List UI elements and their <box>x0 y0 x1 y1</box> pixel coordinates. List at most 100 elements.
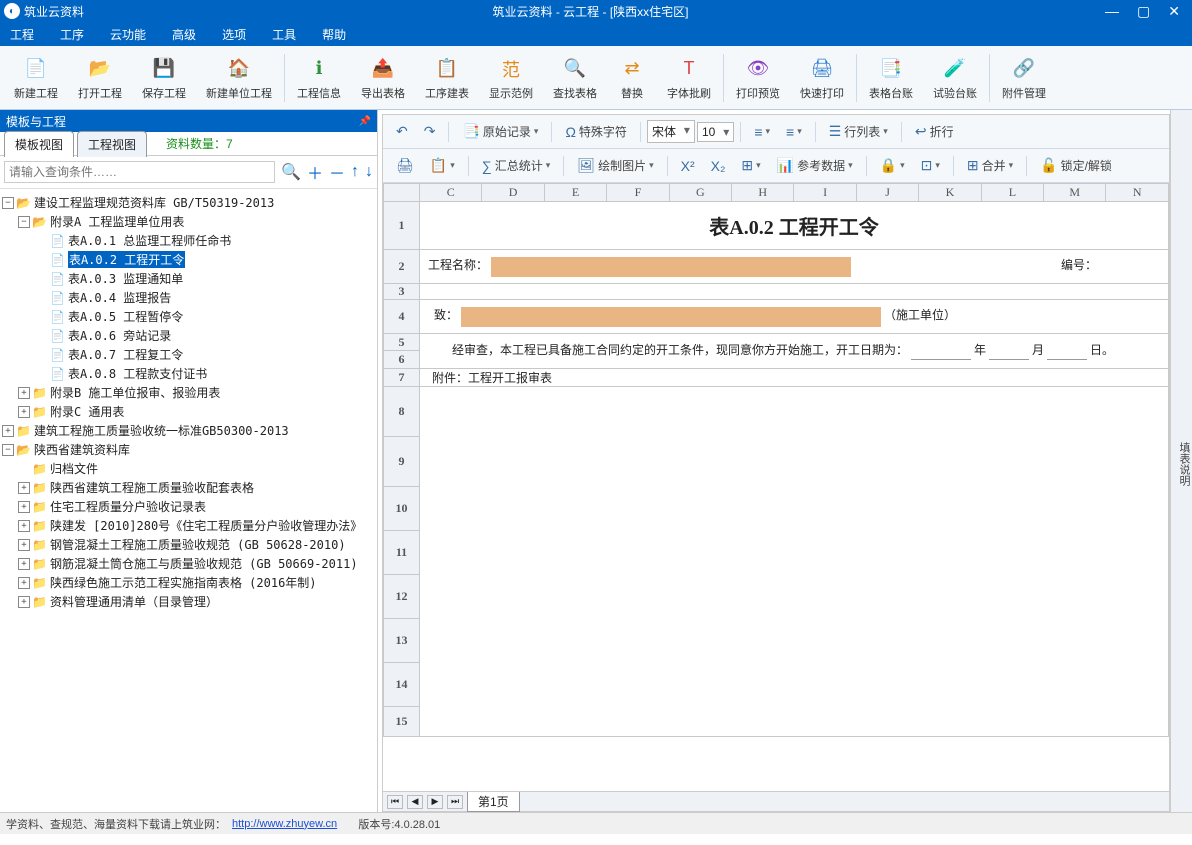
ribbon-btn[interactable]: ☰行列表▾ <box>822 119 895 144</box>
close-button[interactable]: ✕ <box>1168 3 1180 20</box>
select-10[interactable]: 10 <box>697 122 734 142</box>
tree-item[interactable]: +📁陕西绿色施工示范工程实施指南表格 (2016年制) <box>2 573 375 592</box>
day-field[interactable] <box>1047 342 1087 360</box>
col-header[interactable]: M <box>1044 184 1106 202</box>
recipient-field[interactable] <box>461 307 881 327</box>
maximize-button[interactable]: ▢ <box>1137 3 1150 20</box>
tree-item[interactable]: 📄表A.0.1 总监理工程师任命书 <box>2 231 375 250</box>
expand-toggle[interactable]: + <box>2 425 14 437</box>
ribbon-btn[interactable]: ↶ <box>389 119 415 144</box>
tree-item[interactable]: 📄表A.0.5 工程暂停令 <box>2 307 375 326</box>
tool-工程信息[interactable]: ℹ工程信息 <box>287 51 351 105</box>
tool-替换[interactable]: ⇄替换 <box>607 51 657 105</box>
search-icon[interactable]: 🔍 <box>281 162 301 182</box>
select-宋体[interactable]: 宋体 <box>647 120 695 143</box>
col-header[interactable]: E <box>544 184 606 202</box>
ribbon-btn[interactable]: 📋▾ <box>423 153 462 178</box>
tool-附件管理[interactable]: 🔗附件管理 <box>992 51 1056 105</box>
tree-item[interactable]: +📁陕建发 [2010]280号《住宅工程质量分户验收管理办法》 <box>2 516 375 535</box>
pin-icon[interactable]: 📌 <box>359 116 371 127</box>
tree-item[interactable]: +📁陕西省建筑工程施工质量验收配套表格 <box>2 478 375 497</box>
expand-toggle[interactable]: + <box>18 387 30 399</box>
col-header[interactable]: F <box>607 184 669 202</box>
expand-toggle[interactable]: + <box>18 539 30 551</box>
menu-帮助[interactable]: 帮助 <box>322 26 346 43</box>
col-header[interactable]: D <box>482 184 544 202</box>
ribbon-btn[interactable]: X₂ <box>704 154 733 178</box>
expand-toggle[interactable]: + <box>18 558 30 570</box>
sheet-scroller[interactable]: CDEFGHIJKLMN 1 表A.0.2 工程开工令 2 工程名称： 编号： … <box>383 183 1169 791</box>
number-field[interactable] <box>1100 258 1160 276</box>
year-field[interactable] <box>911 342 971 360</box>
proj-name-field[interactable] <box>491 257 851 277</box>
tree-item[interactable]: 📄表A.0.8 工程款支付证书 <box>2 364 375 383</box>
ribbon-btn[interactable]: ⊡▾ <box>914 153 947 178</box>
ribbon-btn[interactable]: ⊞合并▾ <box>960 153 1020 178</box>
tool-导出表格[interactable]: 📤导出表格 <box>351 51 415 105</box>
ribbon-btn[interactable]: ≡▾ <box>747 120 777 144</box>
ribbon-btn[interactable]: ≡▾ <box>779 120 809 144</box>
page-1-tab[interactable]: 第1页 <box>467 792 520 812</box>
row-header[interactable]: 1 <box>384 202 420 250</box>
ribbon-btn[interactable]: ↷ <box>417 119 443 144</box>
ribbon-btn[interactable]: ⊞▾ <box>734 153 767 178</box>
tree-item[interactable]: 📁归档文件 <box>2 459 375 478</box>
tab-project-view[interactable]: 工程视图 <box>77 131 147 157</box>
status-link[interactable]: http://www.zhuyew.cn <box>232 818 337 830</box>
ribbon-btn[interactable]: 🖨 <box>389 153 421 178</box>
remove-icon[interactable]: － <box>329 160 345 184</box>
tool-保存工程[interactable]: 💾保存工程 <box>132 51 196 105</box>
tree-item[interactable]: 📄表A.0.7 工程复工令 <box>2 345 375 364</box>
last-page-button[interactable]: ⏭ <box>447 795 463 809</box>
ribbon-btn[interactable]: 🔓锁定/解锁 <box>1033 153 1119 178</box>
rail-fill-help[interactable]: 填表说明 <box>1176 438 1192 490</box>
tree-item[interactable]: +📁钢筋混凝土筒仓施工与质量验收规范 (GB 50669-2011) <box>2 554 375 573</box>
expand-toggle[interactable]: + <box>18 577 30 589</box>
tree-item[interactable]: 📄表A.0.4 监理报告 <box>2 288 375 307</box>
ribbon-btn[interactable]: ∑汇总统计▾ <box>475 153 558 178</box>
down-icon[interactable]: ↓ <box>365 163 373 181</box>
expand-toggle[interactable]: − <box>2 444 14 456</box>
ribbon-btn[interactable]: 🖼绘制图片▾ <box>570 153 660 178</box>
search-input[interactable] <box>4 161 275 183</box>
tree-item[interactable]: +📁附录B 施工单位报审、报验用表 <box>2 383 375 402</box>
col-header[interactable] <box>384 184 420 202</box>
tree-item[interactable]: 📄表A.0.3 监理通知单 <box>2 269 375 288</box>
col-header[interactable]: I <box>794 184 856 202</box>
tree-item[interactable]: +📁建筑工程施工质量验收统一标准GB50300-2013 <box>2 421 375 440</box>
menu-选项[interactable]: 选项 <box>222 26 246 43</box>
next-page-button[interactable]: ▶ <box>427 795 443 809</box>
tree-item[interactable]: −📂陕西省建筑资料库 <box>2 440 375 459</box>
month-field[interactable] <box>989 342 1029 360</box>
tool-打开工程[interactable]: 📂打开工程 <box>68 51 132 105</box>
tree-item[interactable]: 📄表A.0.2 工程开工令 <box>2 250 375 269</box>
tool-试验台账[interactable]: 🧪试验台账 <box>923 51 987 105</box>
menu-云功能[interactable]: 云功能 <box>110 26 146 43</box>
col-header[interactable]: L <box>981 184 1043 202</box>
ribbon-btn[interactable]: 📑原始记录▾ <box>455 119 545 144</box>
expand-toggle[interactable]: + <box>18 501 30 513</box>
tool-表格台账[interactable]: 📑表格台账 <box>859 51 923 105</box>
tree-item[interactable]: −📂建设工程监理规范资料库 GB/T50319-2013 <box>2 193 375 212</box>
tool-快速打印[interactable]: 🖨快速打印 <box>790 51 854 105</box>
tree-view[interactable]: −📂建设工程监理规范资料库 GB/T50319-2013−📂附录A 工程监理单位… <box>0 189 377 812</box>
menu-工程[interactable]: 工程 <box>10 26 34 43</box>
expand-toggle[interactable]: + <box>18 596 30 608</box>
ribbon-btn[interactable]: Ω特殊字符 <box>558 119 633 144</box>
up-icon[interactable]: ↑ <box>351 163 359 181</box>
tree-item[interactable]: 📄表A.0.6 旁站记录 <box>2 326 375 345</box>
spreadsheet[interactable]: CDEFGHIJKLMN 1 表A.0.2 工程开工令 2 工程名称： 编号： … <box>383 183 1169 737</box>
menu-工具[interactable]: 工具 <box>272 26 296 43</box>
tree-item[interactable]: +📁钢管混凝土工程施工质量验收规范 (GB 50628-2010) <box>2 535 375 554</box>
tool-字体批刷[interactable]: T字体批刷 <box>657 51 721 105</box>
prev-page-button[interactable]: ◀ <box>407 795 423 809</box>
col-header[interactable]: H <box>732 184 794 202</box>
tool-工序建表[interactable]: 📋工序建表 <box>415 51 479 105</box>
tool-打印预览[interactable]: 👁打印预览 <box>726 51 790 105</box>
tool-查找表格[interactable]: 🔍查找表格 <box>543 51 607 105</box>
menu-工序[interactable]: 工序 <box>60 26 84 43</box>
menu-高级[interactable]: 高级 <box>172 26 196 43</box>
tree-item[interactable]: +📁住宅工程质量分户验收记录表 <box>2 497 375 516</box>
tool-新建工程[interactable]: 📄新建工程 <box>4 51 68 105</box>
expand-toggle[interactable]: + <box>18 520 30 532</box>
